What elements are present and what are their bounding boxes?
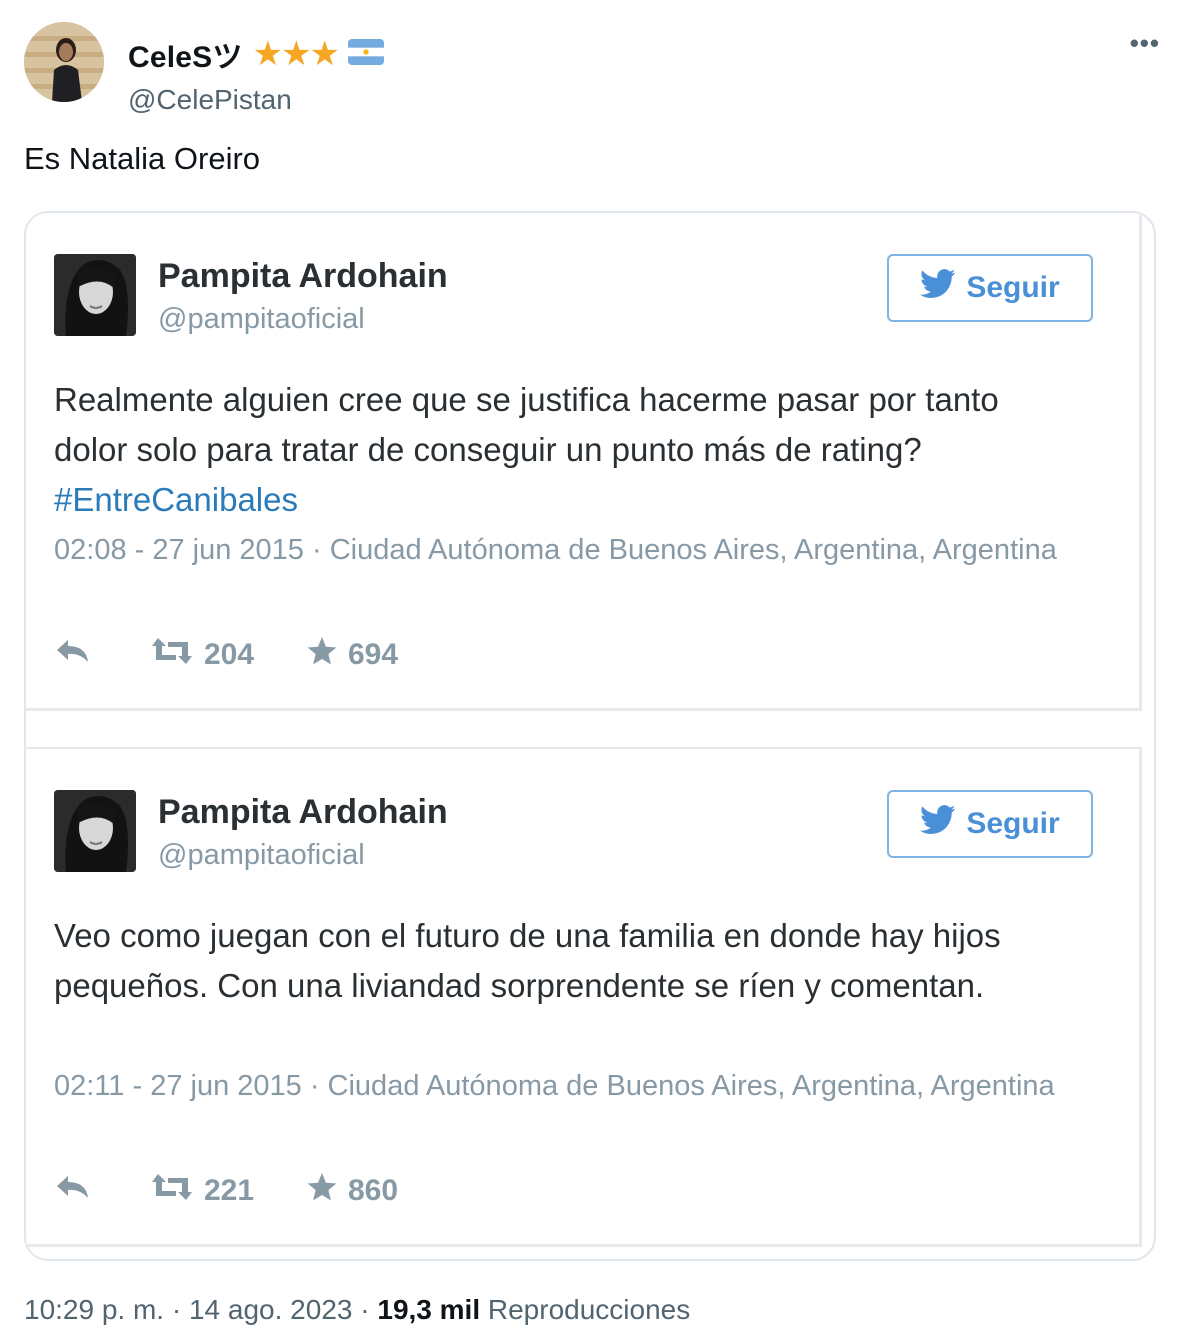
user-avatar[interactable]: [24, 22, 104, 102]
reply-icon: [54, 1172, 92, 1210]
follow-button[interactable]: Seguir: [887, 254, 1093, 322]
retweet-count: 221: [204, 1174, 255, 1207]
twitter-bird-icon: [920, 805, 956, 843]
argentina-flag-icon: [348, 38, 385, 70]
separator: ·: [360, 1294, 370, 1325]
retweet-icon: [150, 636, 194, 674]
star-icon: [306, 636, 338, 674]
retweet-icon: [150, 1172, 194, 1210]
favorite-count: 694: [348, 638, 399, 671]
star-icon: [306, 1172, 338, 1210]
embedded-avatar: [54, 254, 136, 336]
embedded-tweet-text: Realmente alguien cree que se justifica …: [54, 375, 1064, 525]
tweet-header: CeleSツ ★★★ @CelePistan •••: [24, 22, 1174, 115]
views-count: 19,3 mil: [377, 1294, 481, 1325]
hashtag-link[interactable]: #EntreCanibales: [54, 481, 298, 518]
embedded-tweet-meta: 02:08 - 27 jun 2015 · Ciudad Autónoma de…: [54, 534, 1057, 566]
embedded-tweet-text: Veo como juegan con el futuro de una fam…: [54, 917, 1001, 1004]
follow-label: Seguir: [966, 807, 1060, 840]
embedded-author-name: Pampita Ardohain: [158, 257, 448, 295]
favorite-action[interactable]: 694: [306, 636, 398, 674]
embedded-tweet-actions: 221 860: [54, 1171, 398, 1211]
reply-action[interactable]: [54, 636, 150, 674]
follow-button[interactable]: Seguir: [887, 790, 1093, 858]
embedded-author-handle: @pampitaoficial: [158, 303, 365, 335]
reply-icon: [54, 636, 92, 674]
embedded-author-name: Pampita Ardohain: [158, 793, 448, 831]
star-emoji-icons: ★★★: [252, 35, 340, 73]
embedded-tweet-actions: 204 694: [54, 635, 398, 675]
post-date[interactable]: 14 ago. 2023: [189, 1294, 353, 1325]
embedded-tweet-body: Realmente alguien cree que se justifica …: [54, 381, 999, 468]
reply-action[interactable]: [54, 1172, 150, 1210]
twitter-bird-icon: [920, 269, 956, 307]
more-options-icon[interactable]: •••: [1130, 28, 1160, 59]
embedded-avatar: [54, 790, 136, 872]
embedded-tweet: Pampita Ardohain @pampitaoficial Seguir …: [26, 747, 1142, 1247]
retweet-action[interactable]: 204: [150, 636, 306, 674]
author-name-row: CeleSツ ★★★: [128, 32, 385, 76]
post-time[interactable]: 10:29 p. m.: [24, 1294, 164, 1325]
retweet-count: 204: [204, 638, 255, 671]
favorite-action[interactable]: 860: [306, 1172, 398, 1210]
tweet-text: Es Natalia Oreiro: [24, 141, 261, 176]
author-handle[interactable]: @CelePistan: [128, 84, 292, 116]
embedded-tweet-meta: 02:11 - 27 jun 2015 · Ciudad Autónoma de…: [54, 1070, 1055, 1102]
favorite-count: 860: [348, 1174, 399, 1207]
views-label: Reproducciones: [487, 1294, 691, 1325]
embedded-tweet: Pampita Ardohain @pampitaoficial Seguir …: [26, 213, 1142, 711]
author-display-name[interactable]: CeleSツ: [128, 32, 243, 76]
embedded-author-handle: @pampitaoficial: [158, 839, 365, 871]
separator: ·: [171, 1294, 182, 1325]
tweet-footer: 10:29 p. m. · 14 ago. 2023 · 19,3 mil Re…: [24, 1294, 690, 1326]
quoted-image-card[interactable]: Pampita Ardohain @pampitaoficial Seguir …: [24, 211, 1156, 1261]
retweet-action[interactable]: 221: [150, 1172, 306, 1210]
follow-label: Seguir: [966, 271, 1060, 304]
